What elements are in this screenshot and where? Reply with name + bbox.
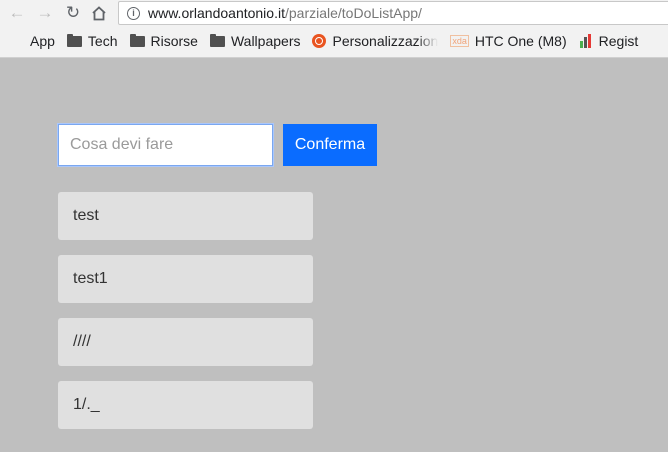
task-text: test1 bbox=[73, 270, 108, 287]
bookmark-regist[interactable]: Regist bbox=[579, 33, 638, 49]
task-text: 1/._ bbox=[73, 396, 100, 413]
task-item[interactable]: test bbox=[58, 192, 313, 240]
info-icon[interactable]: i bbox=[127, 6, 140, 20]
todo-input[interactable] bbox=[58, 124, 273, 166]
apps-grid-icon bbox=[10, 34, 24, 48]
xda-icon: xda bbox=[450, 35, 469, 47]
bookmark-htc-one[interactable]: xda HTC One (M8) bbox=[450, 33, 567, 49]
bookmark-app[interactable]: App bbox=[10, 33, 55, 49]
bookmark-personalizzazioni[interactable]: Personalizzazion bbox=[312, 33, 438, 49]
bookmarks-bar: App Tech Risorse Wallpapers Personalizza… bbox=[0, 29, 668, 53]
task-list: test test1 //// 1/._ bbox=[58, 192, 313, 444]
task-text: test bbox=[73, 207, 99, 224]
folder-icon bbox=[129, 33, 145, 47]
url-text: www.orlandoantonio.it/parziale/toDoListA… bbox=[148, 5, 422, 21]
task-text: //// bbox=[73, 333, 91, 350]
back-icon[interactable]: ← bbox=[6, 3, 28, 23]
home-icon[interactable] bbox=[88, 3, 110, 23]
task-item[interactable]: test1 bbox=[58, 255, 313, 303]
task-item[interactable]: 1/._ bbox=[58, 381, 313, 429]
forward-icon[interactable]: → bbox=[34, 3, 56, 23]
browser-chrome: ← → ↻ i www.orlandoantonio.it/parziale/t… bbox=[0, 0, 668, 58]
register-icon bbox=[579, 34, 593, 48]
folder-icon bbox=[66, 33, 82, 47]
confirm-button[interactable]: Conferma bbox=[283, 124, 377, 166]
bookmark-tech[interactable]: Tech bbox=[66, 33, 118, 49]
bookmark-risorse[interactable]: Risorse bbox=[129, 33, 198, 49]
bookmark-wallpapers[interactable]: Wallpapers bbox=[209, 33, 300, 49]
task-item[interactable]: //// bbox=[58, 318, 313, 366]
folder-icon bbox=[209, 33, 225, 47]
address-bar[interactable]: i www.orlandoantonio.it/parziale/toDoLis… bbox=[118, 1, 668, 25]
reload-icon[interactable]: ↻ bbox=[62, 3, 84, 23]
browser-toolbar: ← → ↻ i www.orlandoantonio.it/parziale/t… bbox=[0, 0, 668, 27]
ubuntu-icon bbox=[312, 34, 327, 48]
